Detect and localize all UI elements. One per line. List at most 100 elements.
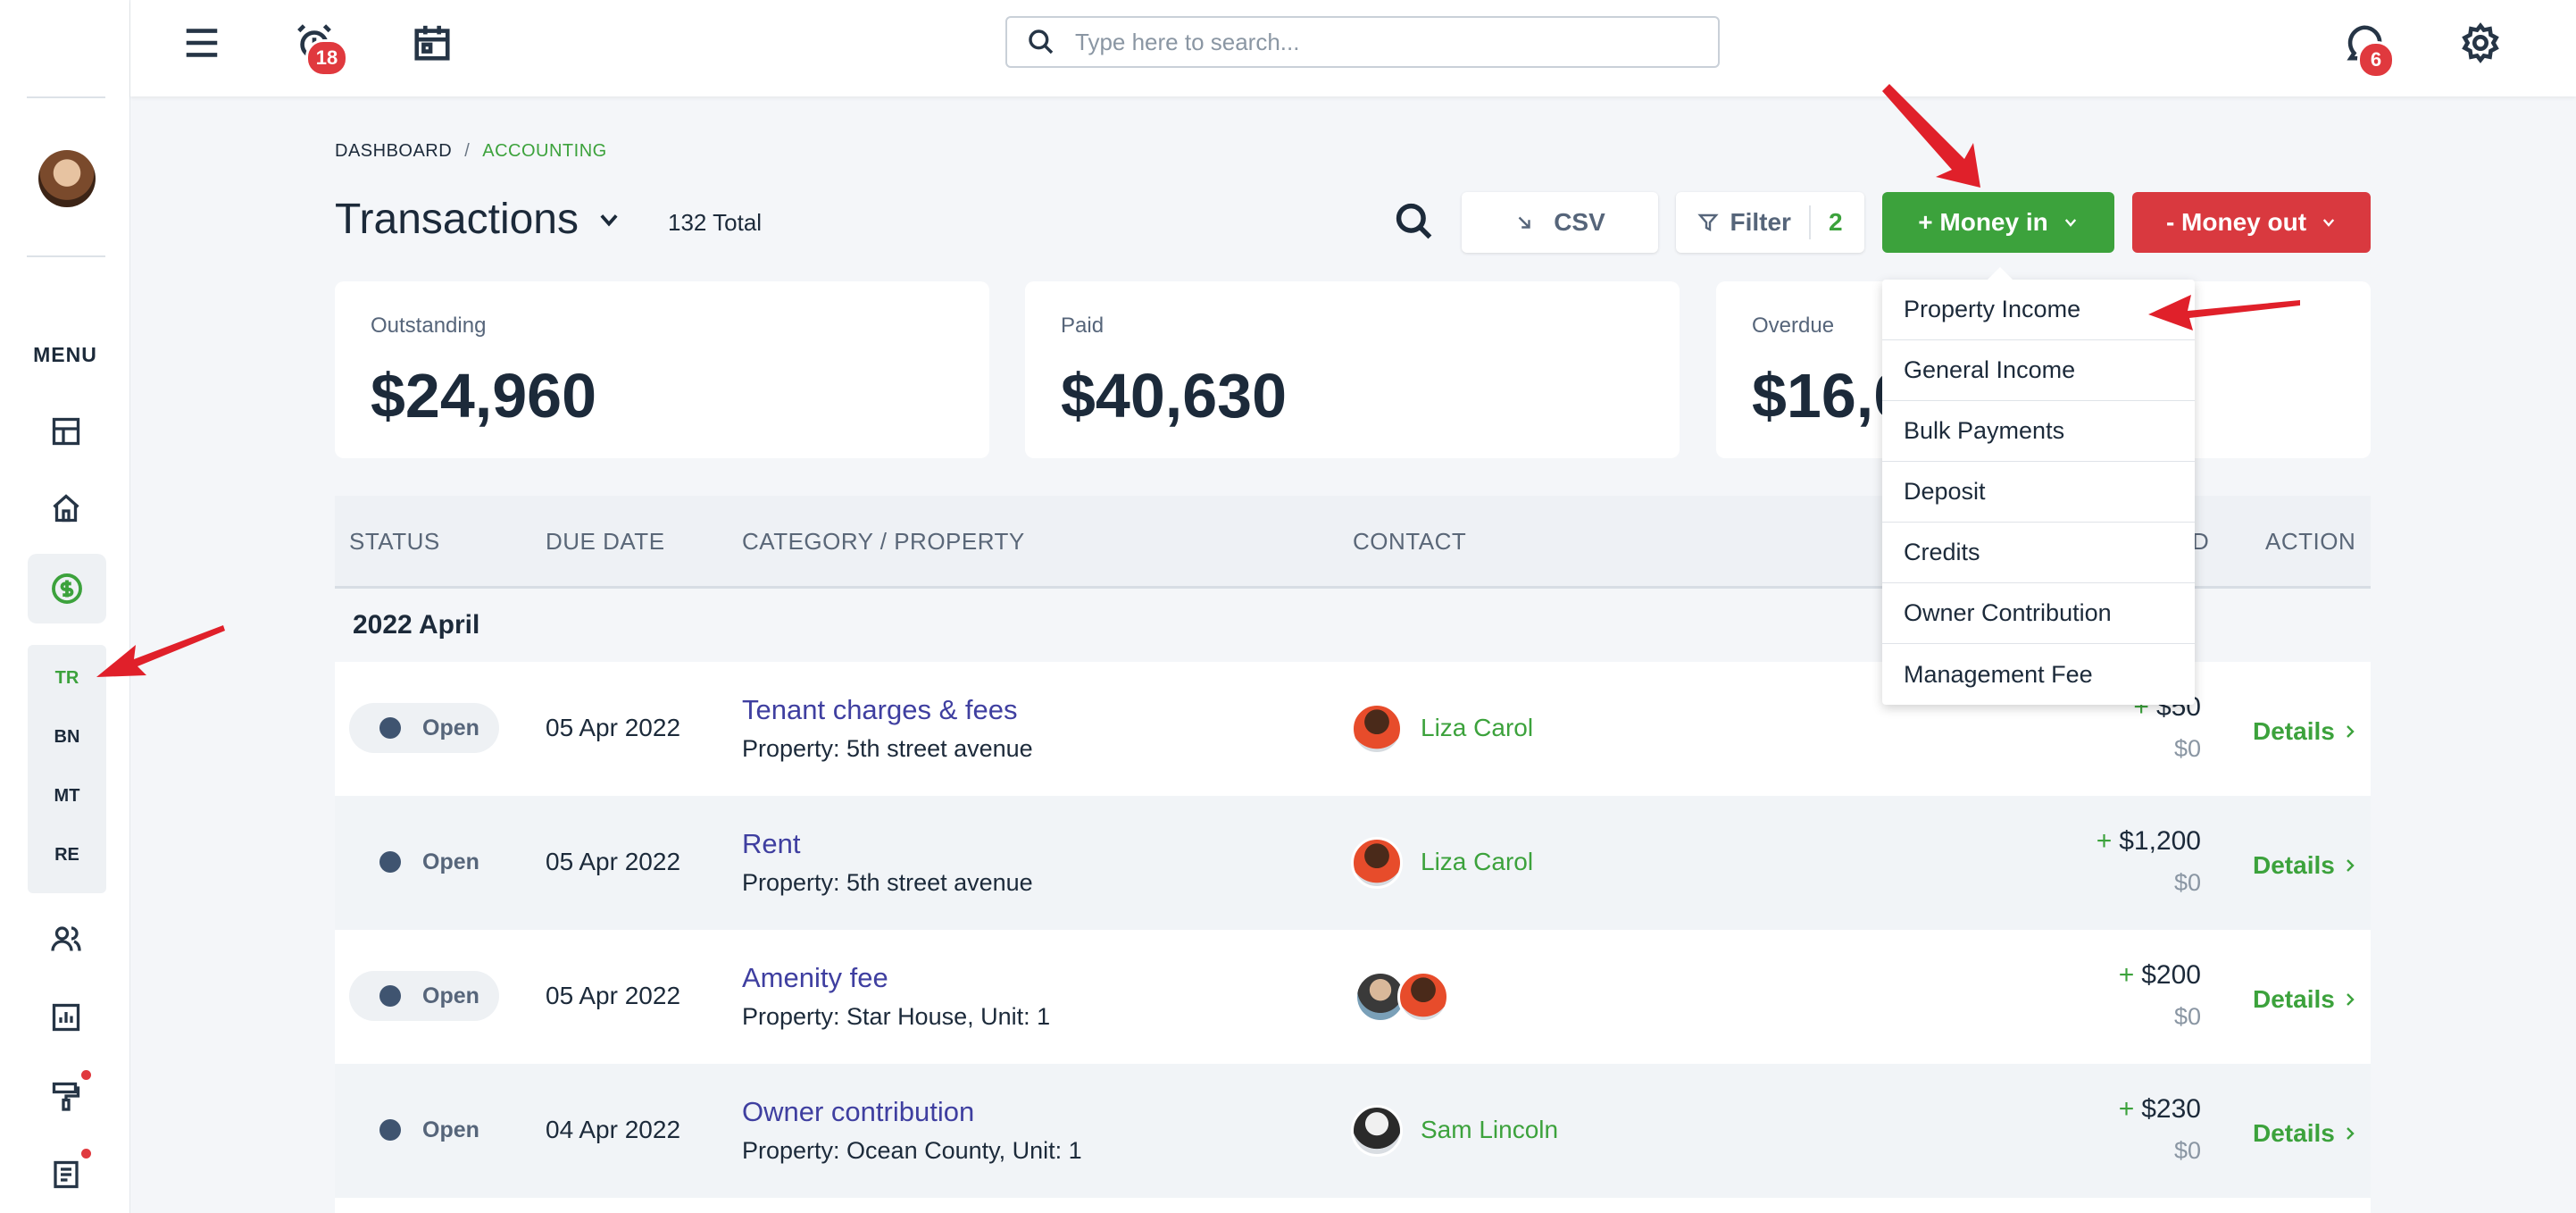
property-text: Property: Star House, Unit: 1 — [742, 1003, 1051, 1030]
menu-item-management-fee[interactable]: Management Fee — [1882, 644, 2195, 705]
chevron-down-icon — [600, 213, 618, 227]
alarm-badge: 18 — [305, 39, 348, 77]
details-link[interactable]: Details — [2253, 1119, 2358, 1148]
contact-avatar — [1351, 1105, 1403, 1157]
menu-item-owner-contribution[interactable]: Owner Contribution — [1882, 583, 2195, 644]
home-icon — [53, 494, 79, 523]
property-text: Property: Ocean County, Unit: 1 — [742, 1137, 1082, 1164]
documents-notification-dot — [81, 1149, 91, 1159]
sidebar-item-contacts[interactable] — [40, 913, 92, 965]
breadcrumb-separator: / — [464, 141, 471, 161]
calendar-button[interactable] — [405, 16, 459, 70]
table-row[interactable]: Open 04 Apr 2022 Owner contribution Prop… — [335, 1064, 2371, 1198]
sidebar-item-reports[interactable] — [40, 991, 92, 1043]
paid-amount: $0 — [2173, 735, 2201, 762]
top-bar: 18 6 — [130, 0, 2576, 96]
status-badge: Open — [349, 837, 499, 887]
category-link[interactable]: Amenity fee — [742, 962, 888, 994]
menu-item-general-income[interactable]: General Income — [1882, 340, 2195, 401]
chevron-right-icon — [2346, 725, 2355, 738]
table-row[interactable]: Open 05 Apr 2022 Rent Property: 5th stre… — [335, 796, 2371, 930]
contact-avatar — [1351, 703, 1403, 755]
breadcrumb: DASHBOARD / ACCOUNTING — [335, 141, 607, 162]
table-search-button[interactable] — [1391, 198, 1438, 245]
amount: + $1,200 — [1933, 826, 2201, 857]
user-avatar[interactable] — [38, 150, 96, 207]
hamburger-menu-button[interactable] — [175, 16, 229, 70]
header-category[interactable]: CATEGORY / PROPERTY — [742, 528, 1025, 556]
group-label: 2022 April — [353, 610, 480, 640]
category-link[interactable]: Tenant charges & fees — [742, 694, 1017, 726]
submenu-item-mt[interactable]: MT — [28, 786, 106, 807]
page-title-text: Transactions — [335, 196, 579, 243]
money-in-dropdown: Property Income General Income Bulk Paym… — [1882, 267, 2195, 705]
document-icon — [54, 1160, 79, 1189]
status-text: Open — [422, 849, 479, 874]
filter-button-label: Filter — [1730, 208, 1791, 236]
header-contact[interactable]: CONTACT — [1353, 528, 1466, 556]
bar-chart-icon — [52, 1003, 80, 1032]
sidebar-item-dashboard[interactable] — [40, 406, 92, 457]
contact-avatar — [1351, 837, 1403, 889]
amount-sign: + — [2118, 1094, 2135, 1124]
sidebar-item-accounting[interactable] — [28, 554, 106, 623]
search-icon — [1396, 203, 1432, 239]
details-link[interactable]: Details — [2253, 851, 2358, 880]
sidebar-divider — [27, 255, 105, 257]
breadcrumb-accounting[interactable]: ACCOUNTING — [482, 141, 606, 161]
details-label: Details — [2253, 985, 2335, 1013]
contact-link[interactable]: Sam Lincoln — [1421, 1116, 1558, 1144]
due-date: 05 Apr 2022 — [546, 848, 681, 875]
search-icon — [1029, 29, 1054, 54]
annotation-arrow-property-income — [2148, 295, 2300, 330]
details-link[interactable]: Details — [2253, 717, 2358, 746]
gear-icon — [2462, 22, 2499, 63]
money-out-button[interactable]: - Money out — [2132, 192, 2371, 253]
paid-amount: $0 — [2173, 869, 2201, 896]
property-text: Property: 5th street avenue — [742, 735, 1033, 762]
status-dot — [379, 985, 401, 1007]
amount-value: $1,200 — [2119, 826, 2201, 856]
status-text: Open — [422, 983, 479, 1008]
status-dot — [379, 1119, 401, 1141]
details-link[interactable]: Details — [2253, 985, 2358, 1014]
outstanding-card: Outstanding $24,960 — [335, 281, 989, 458]
transactions-total: 132 Total — [668, 209, 763, 236]
status-badge: Open — [349, 971, 499, 1021]
breadcrumb-dashboard[interactable]: DASHBOARD — [335, 141, 452, 161]
submenu-item-bn[interactable]: BN — [28, 727, 106, 748]
annotation-arrow-sidebar-tr — [96, 625, 225, 677]
paint-roller-icon — [52, 1082, 80, 1111]
settings-button[interactable] — [2454, 16, 2507, 70]
paid-card: Paid $40,630 — [1025, 281, 1680, 458]
money-in-button[interactable]: + Money in — [1882, 192, 2114, 253]
money-in-label: + Money in — [1918, 208, 2048, 236]
outstanding-label: Outstanding — [371, 314, 487, 338]
contact-link[interactable]: Liza Carol — [1421, 714, 1533, 742]
contact-link[interactable]: Liza Carol — [1421, 848, 1533, 876]
menu-item-deposit[interactable]: Deposit — [1882, 462, 2195, 523]
messages-badge: 6 — [2357, 41, 2395, 79]
table-row[interactable]: Open 05 Apr 2022 Amenity fee Property: S… — [335, 930, 2371, 1064]
submenu-item-re[interactable]: RE — [28, 845, 106, 866]
details-label: Details — [2253, 717, 2335, 745]
filter-count: 2 — [1828, 208, 1843, 236]
category-link[interactable]: Rent — [742, 828, 800, 860]
sidebar-item-properties[interactable] — [40, 482, 92, 534]
annotation-arrow-money-in — [1882, 84, 1980, 188]
amount-value: $230 — [2141, 1094, 2201, 1124]
details-label: Details — [2253, 851, 2335, 879]
status-badge: Open — [349, 703, 499, 753]
page-title[interactable]: Transactions — [335, 195, 621, 244]
csv-button[interactable]: CSV — [1462, 192, 1658, 253]
menu-item-credits[interactable]: Credits — [1882, 523, 2195, 583]
global-search[interactable] — [1005, 16, 1720, 68]
filter-button[interactable]: Filter 2 — [1676, 192, 1864, 253]
header-due-date[interactable]: DUE DATE — [546, 528, 665, 556]
category-link[interactable]: Owner contribution — [742, 1096, 974, 1128]
menu-item-bulk-payments[interactable]: Bulk Payments — [1882, 401, 2195, 462]
header-status[interactable]: STATUS — [349, 528, 440, 556]
status-badge: Open — [349, 1105, 499, 1155]
property-text: Property: 5th street avenue — [742, 869, 1033, 896]
search-input[interactable] — [1075, 28, 1682, 56]
